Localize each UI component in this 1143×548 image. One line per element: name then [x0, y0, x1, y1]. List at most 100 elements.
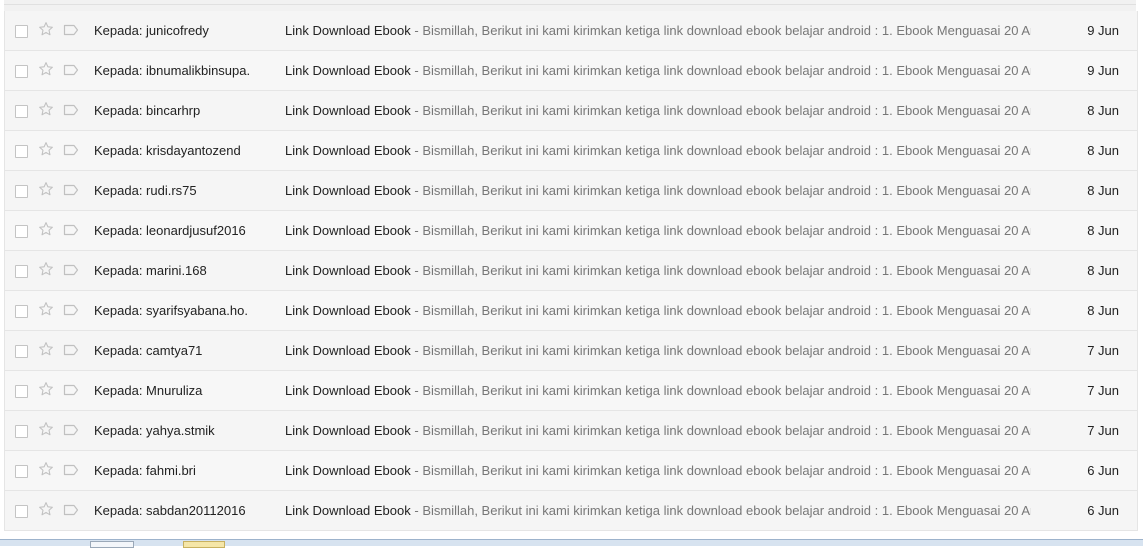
mail-separator: - [410, 223, 423, 238]
mail-snippet: Bismillah, Berikut ini kami kirimkan ket… [422, 303, 1031, 318]
mail-subject: Link Download Ebook [285, 263, 411, 278]
star-outline-icon[interactable] [37, 140, 55, 158]
label-tag-icon[interactable] [63, 384, 79, 396]
mail-recipient: Kepada: fahmi.bri [94, 463, 196, 478]
mail-subject-line: Link Download Ebook - Bismillah, Berikut… [285, 63, 1031, 78]
mail-snippet: Bismillah, Berikut ini kami kirimkan ket… [422, 343, 1031, 358]
mail-snippet: Bismillah, Berikut ini kami kirimkan ket… [422, 383, 1031, 398]
label-tag-icon[interactable] [63, 64, 79, 76]
label-tag-icon[interactable] [63, 264, 79, 276]
checkbox-icon[interactable] [15, 65, 28, 78]
mail-recipient: Kepada: bincarhrp [94, 103, 201, 118]
label-tag-icon[interactable] [63, 504, 79, 516]
mail-snippet: Bismillah, Berikut ini kami kirimkan ket… [422, 103, 1031, 118]
mail-separator: - [410, 263, 423, 278]
checkbox-icon[interactable] [15, 345, 28, 358]
mail-row[interactable]: Kepada: bincarhrp Link Download Ebook - … [5, 91, 1137, 131]
checkbox-icon[interactable] [15, 185, 28, 198]
label-tag-icon[interactable] [63, 344, 79, 356]
mail-row[interactable]: Kepada: marini.168 Link Download Ebook -… [5, 251, 1137, 291]
mail-subject: Link Download Ebook [285, 503, 411, 518]
mail-subject-line: Link Download Ebook - Bismillah, Berikut… [285, 23, 1031, 38]
label-tag-icon[interactable] [63, 304, 79, 316]
mail-date: 8 Jun [1087, 303, 1119, 318]
mail-subject: Link Download Ebook [285, 103, 411, 118]
mail-separator: - [410, 463, 423, 478]
mail-separator: - [410, 183, 423, 198]
star-outline-icon[interactable] [37, 340, 55, 358]
mail-subject-line: Link Download Ebook - Bismillah, Berikut… [285, 143, 1031, 158]
mail-date: 6 Jun [1087, 503, 1119, 518]
mail-row[interactable]: Kepada: Mnuruliza Link Download Ebook - … [5, 371, 1137, 411]
mail-subject: Link Download Ebook [285, 223, 411, 238]
label-tag-icon[interactable] [63, 24, 79, 36]
mail-snippet: Bismillah, Berikut ini kami kirimkan ket… [422, 263, 1031, 278]
mail-subject: Link Download Ebook [285, 423, 411, 438]
mail-subject-line: Link Download Ebook - Bismillah, Berikut… [285, 383, 1031, 398]
checkbox-icon[interactable] [15, 105, 28, 118]
star-outline-icon[interactable] [37, 460, 55, 478]
mail-date: 7 Jun [1087, 423, 1119, 438]
star-outline-icon[interactable] [37, 220, 55, 238]
mail-date: 9 Jun [1087, 23, 1119, 38]
mail-snippet: Bismillah, Berikut ini kami kirimkan ket… [422, 463, 1031, 478]
checkbox-icon[interactable] [15, 505, 28, 518]
mail-recipient: Kepada: rudi.rs75 [94, 183, 197, 198]
checkbox-icon[interactable] [15, 265, 28, 278]
mail-row[interactable]: Kepada: junicofredy Link Download Ebook … [5, 11, 1137, 51]
mail-row[interactable]: Kepada: leonardjusuf2016 Link Download E… [5, 211, 1137, 251]
mail-date: 8 Jun [1087, 143, 1119, 158]
checkbox-icon[interactable] [15, 305, 28, 318]
mail-separator: - [410, 103, 423, 118]
checkbox-icon[interactable] [15, 385, 28, 398]
star-outline-icon[interactable] [37, 500, 55, 518]
star-outline-icon[interactable] [37, 260, 55, 278]
mail-row[interactable]: Kepada: fahmi.bri Link Download Ebook - … [5, 451, 1137, 491]
mail-subject: Link Download Ebook [285, 303, 411, 318]
mail-snippet: Bismillah, Berikut ini kami kirimkan ket… [422, 503, 1031, 518]
mail-subject: Link Download Ebook [285, 143, 411, 158]
mail-row[interactable]: Kepada: rudi.rs75 Link Download Ebook - … [5, 171, 1137, 211]
star-outline-icon[interactable] [37, 380, 55, 398]
mail-snippet: Bismillah, Berikut ini kami kirimkan ket… [422, 423, 1031, 438]
mail-subject-line: Link Download Ebook - Bismillah, Berikut… [285, 303, 1031, 318]
label-tag-icon[interactable] [63, 104, 79, 116]
mail-separator: - [410, 423, 423, 438]
mail-row[interactable]: Kepada: camtya71 Link Download Ebook - B… [5, 331, 1137, 371]
checkbox-icon[interactable] [15, 425, 28, 438]
mail-row[interactable]: Kepada: sabdan20112016 Link Download Ebo… [5, 491, 1137, 531]
checkbox-icon[interactable] [15, 25, 28, 38]
label-tag-icon[interactable] [63, 224, 79, 236]
mail-row[interactable]: Kepada: krisdayantozend Link Download Eb… [5, 131, 1137, 171]
star-outline-icon[interactable] [37, 100, 55, 118]
star-outline-icon[interactable] [37, 420, 55, 438]
mail-recipient: Kepada: leonardjusuf2016 [94, 223, 246, 238]
mail-separator: - [410, 503, 423, 518]
checkbox-icon[interactable] [15, 145, 28, 158]
label-tag-icon[interactable] [63, 424, 79, 436]
label-tag-icon[interactable] [63, 144, 79, 156]
mail-separator: - [410, 63, 423, 78]
mail-separator: - [410, 303, 423, 318]
label-tag-icon[interactable] [63, 464, 79, 476]
mail-date: 9 Jun [1087, 63, 1119, 78]
mail-date: 8 Jun [1087, 223, 1119, 238]
mail-row[interactable]: Kepada: yahya.stmik Link Download Ebook … [5, 411, 1137, 451]
star-outline-icon[interactable] [37, 20, 55, 38]
mail-row[interactable]: Kepada: ibnumalikbinsupa. Link Download … [5, 51, 1137, 91]
mail-snippet: Bismillah, Berikut ini kami kirimkan ket… [422, 183, 1031, 198]
mail-row[interactable]: Kepada: syarifsyabana.ho. Link Download … [5, 291, 1137, 331]
mail-separator: - [410, 23, 423, 38]
mail-subject-line: Link Download Ebook - Bismillah, Berikut… [285, 503, 1031, 518]
label-tag-icon[interactable] [63, 184, 79, 196]
checkbox-icon[interactable] [15, 465, 28, 478]
mail-recipient: Kepada: yahya.stmik [94, 423, 215, 438]
mail-subject-line: Link Download Ebook - Bismillah, Berikut… [285, 103, 1031, 118]
mail-separator: - [410, 383, 423, 398]
checkbox-icon[interactable] [15, 225, 28, 238]
mail-subject-line: Link Download Ebook - Bismillah, Berikut… [285, 263, 1031, 278]
star-outline-icon[interactable] [37, 180, 55, 198]
mail-subject-line: Link Download Ebook - Bismillah, Berikut… [285, 463, 1031, 478]
star-outline-icon[interactable] [37, 60, 55, 78]
star-outline-icon[interactable] [37, 300, 55, 318]
